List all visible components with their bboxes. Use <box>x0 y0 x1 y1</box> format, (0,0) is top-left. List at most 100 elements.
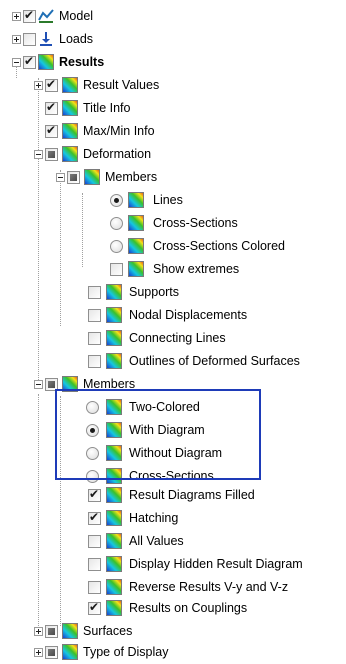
tree-item-label: Outlines of Deformed Surfaces <box>129 354 300 368</box>
checkbox[interactable] <box>110 263 123 276</box>
display-navigator-tree: Model Loads Results Result Values Title … <box>0 0 346 664</box>
tree-item-results[interactable]: Results <box>0 51 346 74</box>
radio-button[interactable] <box>110 194 123 207</box>
results-icon <box>128 238 144 254</box>
checkbox[interactable] <box>67 171 80 184</box>
expand-toggle[interactable] <box>12 35 21 44</box>
checkbox[interactable] <box>45 123 58 138</box>
tree-item-type-of-display[interactable]: Type of Display <box>0 641 346 664</box>
tree-item-label: Loads <box>59 32 94 46</box>
results-icon <box>106 487 122 503</box>
tree-item-show-extremes[interactable]: Show extremes <box>0 258 346 281</box>
tree-item-label: Members <box>105 170 158 184</box>
tree-item-label: Cross-Sections <box>129 469 214 483</box>
tree-item-label: Results <box>59 55 105 69</box>
tree-item-deformation[interactable]: Deformation <box>0 143 346 166</box>
tree-item-deformation-members[interactable]: Members <box>0 166 346 189</box>
checkbox[interactable] <box>45 77 58 92</box>
checkbox[interactable] <box>88 510 101 525</box>
results-icon <box>62 644 78 660</box>
checkbox[interactable] <box>88 600 101 615</box>
loads-icon <box>38 31 54 47</box>
checkbox[interactable] <box>88 309 101 322</box>
tree-item-label: Surfaces <box>83 624 133 638</box>
tree-item-nodal-displacements[interactable]: Nodal Displacements <box>0 304 346 327</box>
tree-item-connecting-lines[interactable]: Connecting Lines <box>0 327 346 350</box>
radio-button[interactable] <box>110 240 123 253</box>
checkbox[interactable] <box>88 487 101 502</box>
tree-item-max-min-info[interactable]: Max/Min Info <box>0 120 346 143</box>
checkbox[interactable] <box>23 8 36 23</box>
checkbox[interactable] <box>88 558 101 571</box>
results-icon <box>106 445 122 461</box>
model-icon <box>38 8 54 24</box>
radio-button[interactable] <box>110 217 123 230</box>
results-icon <box>106 307 122 323</box>
checkbox[interactable] <box>45 148 58 161</box>
tree-item-label: Two-Colored <box>129 400 200 414</box>
tree-item-label: Deformation <box>83 147 152 161</box>
expand-toggle[interactable] <box>34 627 43 636</box>
results-icon <box>106 510 122 526</box>
tree-item-display-hidden-result-diagram[interactable]: Display Hidden Result Diagram <box>0 553 346 576</box>
tree-item-outlines-deformed-surfaces[interactable]: Outlines of Deformed Surfaces <box>0 350 346 373</box>
checkbox[interactable] <box>45 646 58 659</box>
tree-item-without-diagram[interactable]: Without Diagram <box>0 442 346 465</box>
checkbox[interactable] <box>45 625 58 638</box>
checkbox[interactable] <box>88 581 101 594</box>
checkbox[interactable] <box>88 286 101 299</box>
results-icon <box>128 261 144 277</box>
tree-item-label: Members <box>83 377 136 391</box>
tree-item-cross-sections[interactable]: Cross-Sections <box>0 212 346 235</box>
checkbox[interactable] <box>88 535 101 548</box>
expand-toggle[interactable] <box>34 81 43 90</box>
tree-item-supports[interactable]: Supports <box>0 281 346 304</box>
results-icon <box>62 123 78 139</box>
results-icon <box>106 468 122 484</box>
tree-item-hatching[interactable]: Hatching <box>0 507 346 530</box>
results-icon <box>62 623 78 639</box>
results-icon <box>62 77 78 93</box>
tree-item-surfaces[interactable]: Surfaces <box>0 620 346 643</box>
tree-item-all-values[interactable]: All Values <box>0 530 346 553</box>
tree-item-results-on-couplings[interactable]: Results on Couplings <box>0 597 346 620</box>
tree-item-label: Type of Display <box>83 645 169 659</box>
radio-button[interactable] <box>86 470 99 483</box>
tree-item-two-colored[interactable]: Two-Colored <box>0 396 346 419</box>
tree-item-loads[interactable]: Loads <box>0 28 346 51</box>
tree-item-result-diagrams-filled[interactable]: Result Diagrams Filled <box>0 484 346 507</box>
tree-item-title-info[interactable]: Title Info <box>0 97 346 120</box>
tree-item-label: Display Hidden Result Diagram <box>129 557 303 571</box>
results-icon <box>62 146 78 162</box>
collapse-toggle[interactable] <box>12 58 21 67</box>
results-icon <box>106 579 122 595</box>
expand-toggle[interactable] <box>12 12 21 21</box>
tree-item-result-values[interactable]: Result Values <box>0 74 346 97</box>
radio-button[interactable] <box>86 401 99 414</box>
tree-item-lines[interactable]: Lines <box>0 189 346 212</box>
tree-item-cross-sections-colored[interactable]: Cross-Sections Colored <box>0 235 346 258</box>
tree-item-members[interactable]: Members <box>0 373 346 396</box>
collapse-toggle[interactable] <box>34 380 43 389</box>
results-icon <box>106 399 122 415</box>
checkbox[interactable] <box>88 355 101 368</box>
tree-item-label: Result Values <box>83 78 160 92</box>
tree-item-reverse-results[interactable]: Reverse Results V-y and V-z <box>0 576 346 599</box>
radio-button[interactable] <box>86 447 99 460</box>
tree-item-with-diagram[interactable]: With Diagram <box>0 419 346 442</box>
checkbox[interactable] <box>88 332 101 345</box>
checkbox[interactable] <box>45 100 58 115</box>
tree-item-model[interactable]: Model <box>0 5 346 28</box>
checkbox[interactable] <box>45 378 58 391</box>
tree-item-label: Cross-Sections <box>153 216 238 230</box>
radio-button[interactable] <box>86 424 99 437</box>
tree-item-label: Lines <box>153 193 183 207</box>
collapse-toggle[interactable] <box>34 150 43 159</box>
tree-item-label: Reverse Results V-y and V-z <box>129 580 289 594</box>
tree-item-label: All Values <box>129 534 184 548</box>
collapse-toggle[interactable] <box>56 173 65 182</box>
checkbox[interactable] <box>23 33 36 46</box>
results-icon <box>128 215 144 231</box>
checkbox[interactable] <box>23 54 36 69</box>
expand-toggle[interactable] <box>34 648 43 657</box>
